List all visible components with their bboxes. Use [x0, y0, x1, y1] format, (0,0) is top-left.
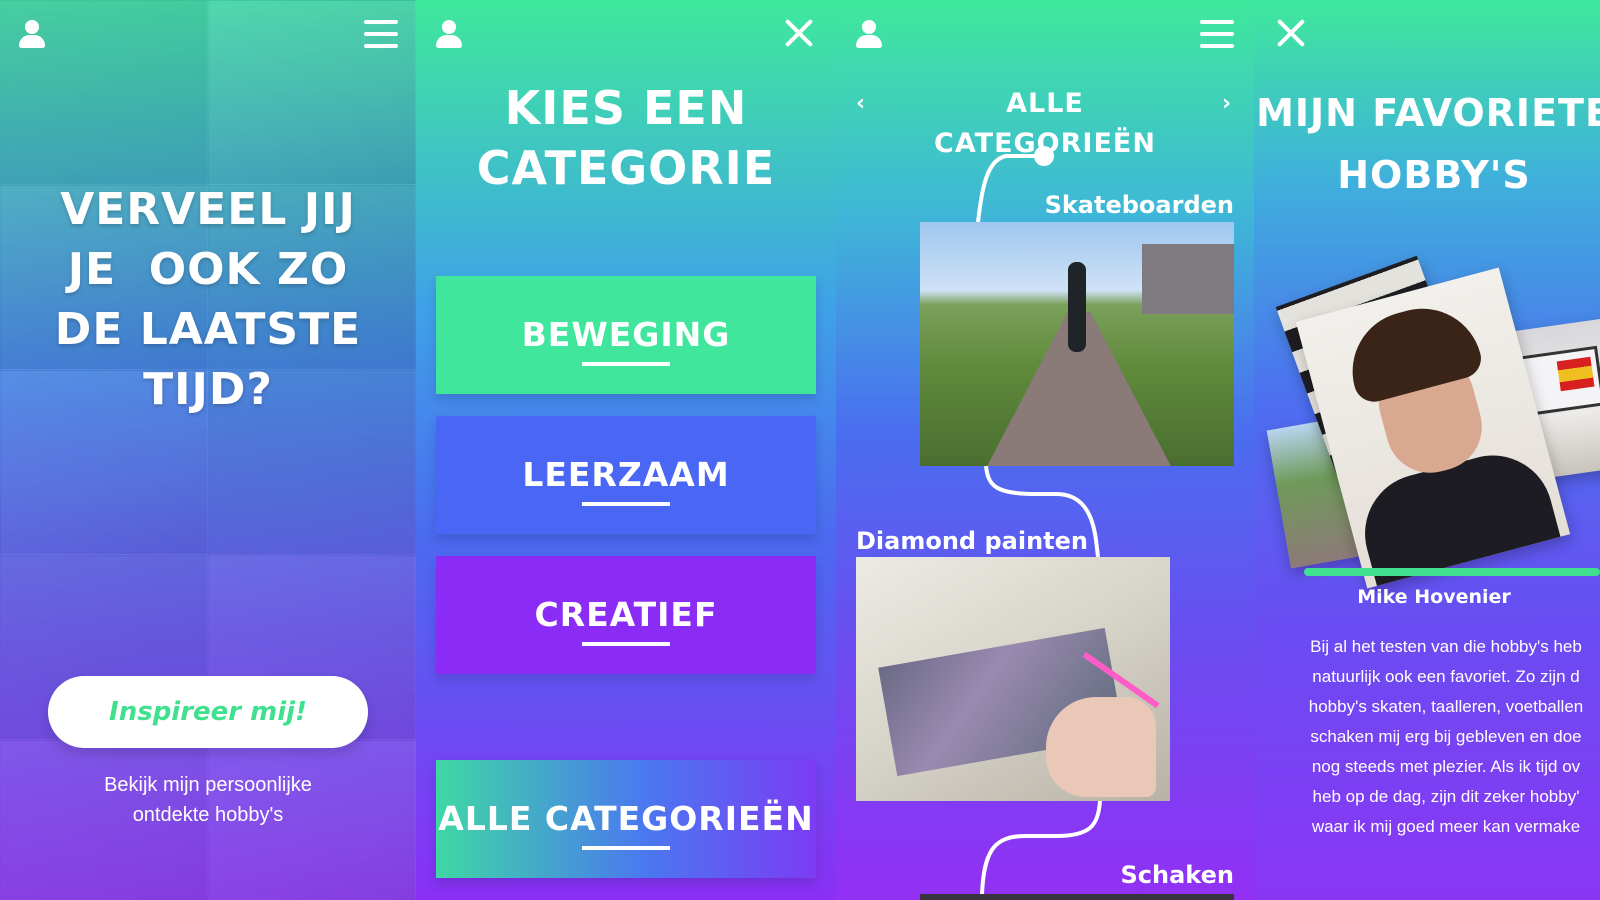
- photo-hand: [1046, 697, 1156, 797]
- gradient-overlay: [0, 0, 416, 900]
- headline: VERVEEL JIJ JE OOK ZO DE LAATSTE TIJD?: [0, 180, 416, 420]
- user-icon-head: [442, 20, 456, 34]
- photo-person: [1068, 262, 1086, 352]
- close-icon[interactable]: [784, 18, 814, 48]
- hobby-title-schaken[interactable]: Schaken: [1026, 860, 1234, 890]
- headline-line: VERVEEL JIJ: [60, 184, 356, 235]
- subtext-line: ontdekte hobby's: [132, 804, 284, 826]
- bio-line: natuurlijk ook een favoriet. Zo zijn d: [1312, 667, 1580, 686]
- menu-icon-bar: [364, 20, 398, 24]
- category-label: CREATIEF: [534, 595, 718, 634]
- menu-icon-bar: [364, 44, 398, 48]
- page-title: MIJN FAVORIETE HOBBY'S: [1254, 82, 1600, 206]
- personal-hobbies-text: Bekijk mijn persoonlijke ontdekte hobby'…: [40, 770, 376, 830]
- menu-icon-bar: [364, 32, 398, 36]
- bio-line: waar ik mij goed meer kan vermake: [1311, 817, 1581, 836]
- accent-bar: [1304, 568, 1600, 576]
- category-label: LEERZAAM: [522, 455, 730, 494]
- bio-text: Bij al het testen van die hobby's heb na…: [1276, 632, 1600, 842]
- hobby-photo-skateboarden[interactable]: [920, 222, 1234, 466]
- user-icon[interactable]: [19, 20, 45, 50]
- bio-line: schaken mij erg bij gebleven en doe: [1310, 727, 1582, 746]
- person-name: Mike Hovenier: [1357, 586, 1511, 608]
- all-categories-button[interactable]: ALLE CATEGORIEËN: [436, 760, 816, 878]
- underline: [582, 502, 670, 506]
- close-icon[interactable]: [1276, 18, 1306, 48]
- title-line: HOBBY'S: [1337, 153, 1531, 197]
- hobby-title-skateboarden[interactable]: Skateboarden: [1026, 190, 1234, 220]
- title-line: CATEGORIE: [476, 141, 776, 195]
- underline: [582, 362, 670, 366]
- user-icon-body: [436, 35, 462, 48]
- headline-line: TIJD?: [143, 364, 273, 415]
- category-button-creatief[interactable]: CREATIEF: [436, 556, 816, 674]
- bio-line: Bij al het testen van die hobby's heb: [1310, 637, 1582, 656]
- screen-home: VERVEEL JIJ JE OOK ZO DE LAATSTE TIJD? I…: [0, 0, 416, 900]
- underline: [582, 642, 670, 646]
- screen-all-categories: ‹ ALLE CATEGORIEËN › Skateboarden Diamon…: [836, 0, 1254, 900]
- hobby-photo-diamond-painten[interactable]: [856, 557, 1170, 801]
- timeline-dot: [1034, 146, 1054, 166]
- underline: [582, 846, 670, 850]
- bio-line: nog steeds met plezier. Als ik tijd ov: [1311, 757, 1581, 776]
- user-icon-head: [25, 20, 39, 34]
- category-label: ALLE CATEGORIEËN: [438, 799, 814, 838]
- hobby-photo-schaken[interactable]: [920, 894, 1234, 900]
- photo-building: [1142, 244, 1234, 314]
- user-icon[interactable]: [436, 20, 462, 50]
- title-line: KIES EEN: [504, 81, 748, 135]
- title-line: MIJN FAVORIETE: [1256, 91, 1600, 135]
- screen-favorite-hobbies: MIJN FAVORIETE HOBBY'S Mike Hovenier Bij…: [1254, 0, 1600, 900]
- category-button-beweging[interactable]: BEWEGING: [436, 276, 816, 394]
- screen-choose-category: KIES EEN CATEGORIE BEWEGING LEERZAAM CRE…: [416, 0, 836, 900]
- category-label: BEWEGING: [521, 315, 731, 354]
- page-title: KIES EEN CATEGORIE: [416, 78, 836, 198]
- hobby-title-diamond-painten[interactable]: Diamond painten: [856, 526, 1088, 556]
- photo-flag: [1556, 356, 1595, 392]
- headline-line: DE LAATSTE: [54, 304, 362, 355]
- user-icon-body: [19, 35, 45, 48]
- category-button-leerzaam[interactable]: LEERZAAM: [436, 416, 816, 534]
- bio-line: hobby's skaten, taalleren, voetballen: [1308, 697, 1584, 716]
- menu-icon[interactable]: [364, 20, 398, 48]
- subtext-line: Bekijk mijn persoonlijke: [104, 774, 312, 796]
- headline-line: JE OOK ZO: [67, 244, 349, 295]
- bio-line: heb op de dag, zijn dit zeker hobby': [1312, 787, 1580, 806]
- screens-showcase: VERVEEL JIJ JE OOK ZO DE LAATSTE TIJD? I…: [0, 0, 1600, 900]
- inspire-me-button[interactable]: Inspireer mij!: [48, 676, 368, 748]
